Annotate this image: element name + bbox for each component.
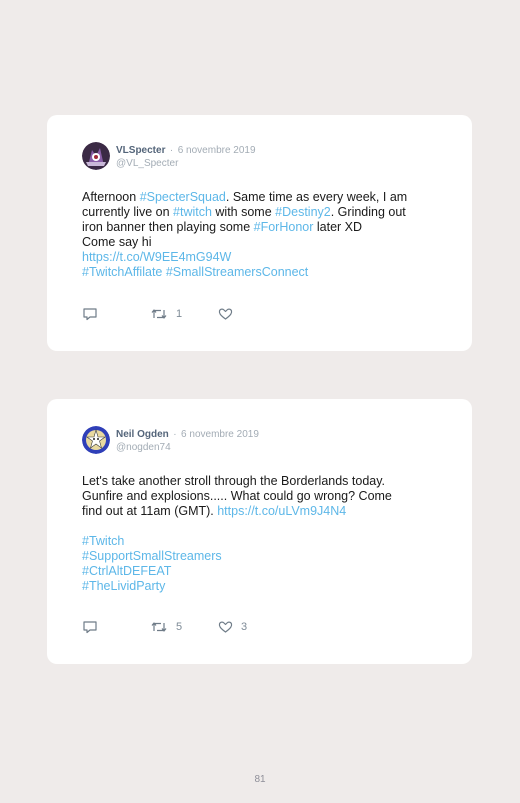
hashtag-link[interactable]: #Destiny2 [275, 205, 331, 219]
retweet-icon [151, 309, 167, 319]
tweet-text: Afternoon #SpecterSquad. Same time as ev… [82, 190, 442, 280]
tweet-line: Let's take another stroll through the Bo… [82, 474, 442, 489]
author-name[interactable]: Neil Ogden [116, 429, 169, 440]
retweet-icon [151, 622, 167, 632]
tweet-date[interactable]: 6 novembre 2019 [181, 429, 259, 440]
separator: · [173, 429, 177, 440]
tweet-card: VLSpecter · 6 novembre 2019 @VL_Specter … [47, 115, 472, 351]
hashtag-link[interactable]: #ForHonor [254, 220, 314, 234]
reply-icon [83, 308, 97, 321]
tweet-line: #Twitch [82, 534, 442, 549]
tweet-line: currently live on #twitch with some #Des… [82, 205, 442, 220]
heart-icon [218, 621, 233, 633]
retweet-count: 1 [176, 308, 183, 320]
hashtag-link[interactable]: #twitch [173, 205, 212, 219]
separator: · [169, 145, 174, 156]
tweet-date[interactable]: 6 novembre 2019 [178, 145, 256, 156]
page-number: 81 [254, 774, 266, 785]
like-button[interactable] [218, 307, 241, 321]
hashtag-link[interactable]: #Twitch [82, 534, 124, 548]
like-button[interactable]: 3 [218, 620, 247, 634]
tweet-line: #TheLividParty [82, 579, 442, 594]
like-count: 3 [241, 621, 248, 633]
author-handle[interactable]: @VL_Specter [116, 157, 256, 170]
tweet-text: Let's take another stroll through the Bo… [82, 474, 442, 594]
tweet-text-segment: Gunfire and explosions..... What could g… [82, 489, 392, 503]
tweet-text-segment: iron banner then playing some [82, 220, 254, 234]
tweet-line: #CtrlAltDEFEAT [82, 564, 442, 579]
tweet-line: #TwitchAffilate #SmallStreamersConnect [82, 265, 442, 280]
hashtag-link[interactable]: #CtrlAltDEFEAT [82, 564, 171, 578]
tweet-card: Neil Ogden · 6 novembre 2019 @nogden74 L… [47, 399, 472, 664]
url-link[interactable]: https://t.co/W9EE4mG94W [82, 250, 231, 264]
tweet-text-segment: Come say hi [82, 235, 152, 249]
tweet-text-segment: find out at 11am (GMT). [82, 504, 218, 518]
tweet-text-segment: . Same time as every week, I am [225, 190, 408, 204]
reply-icon [83, 621, 97, 634]
tweet-text-segment: Afternoon [82, 190, 140, 204]
tweet-header: Neil Ogden · 6 novembre 2019 @nogden74 [82, 426, 259, 454]
tweet-actions: 5 3 [82, 620, 247, 634]
tweet-text-segment: with some [211, 205, 276, 219]
tweet-text-segment: currently live on [82, 205, 174, 219]
tweet-line: Afternoon #SpecterSquad. Same time as ev… [82, 190, 442, 205]
reply-button[interactable] [82, 620, 150, 634]
tweet-text-segment: . Grinding out [330, 205, 406, 219]
url-link[interactable]: https://t.co/uLVm9J4N4 [217, 504, 346, 518]
hashtag-link[interactable]: #TheLividParty [82, 579, 165, 593]
hashtag-link[interactable]: #SmallStreamersConnect [166, 265, 308, 279]
hashtag-link[interactable]: #SpecterSquad [140, 190, 226, 204]
retweet-button[interactable]: 5 [150, 620, 218, 634]
tweet-actions: 1 [82, 307, 241, 321]
hashtag-link[interactable]: #TwitchAffilate [82, 265, 162, 279]
tweet-line: Come say hi [82, 235, 442, 250]
hashtag-link[interactable]: #SupportSmallStreamers [82, 549, 222, 563]
tweet-text-segment: later XD [313, 220, 363, 234]
tweet-line: #SupportSmallStreamers [82, 549, 442, 564]
avatar-image [82, 426, 110, 454]
retweet-button[interactable]: 1 [150, 307, 218, 321]
retweet-count: 5 [176, 621, 183, 633]
tweet-line: https://t.co/W9EE4mG94W [82, 250, 442, 265]
tweet-line: iron banner then playing some #ForHonor … [82, 220, 442, 235]
author-handle[interactable]: @nogden74 [116, 441, 259, 454]
avatar[interactable] [82, 142, 110, 170]
avatar[interactable] [82, 426, 110, 454]
tweet-text-segment: Let's take another stroll through the Bo… [82, 474, 386, 488]
reply-button[interactable] [82, 307, 150, 321]
tweet-line: Gunfire and explosions..... What could g… [82, 489, 442, 504]
tweet-line: find out at 11am (GMT). https://t.co/uLV… [82, 504, 442, 519]
author-name[interactable]: VLSpecter [116, 145, 165, 156]
tweet-header: VLSpecter · 6 novembre 2019 @VL_Specter [82, 142, 256, 170]
avatar-image [82, 142, 110, 170]
heart-icon [218, 308, 233, 320]
